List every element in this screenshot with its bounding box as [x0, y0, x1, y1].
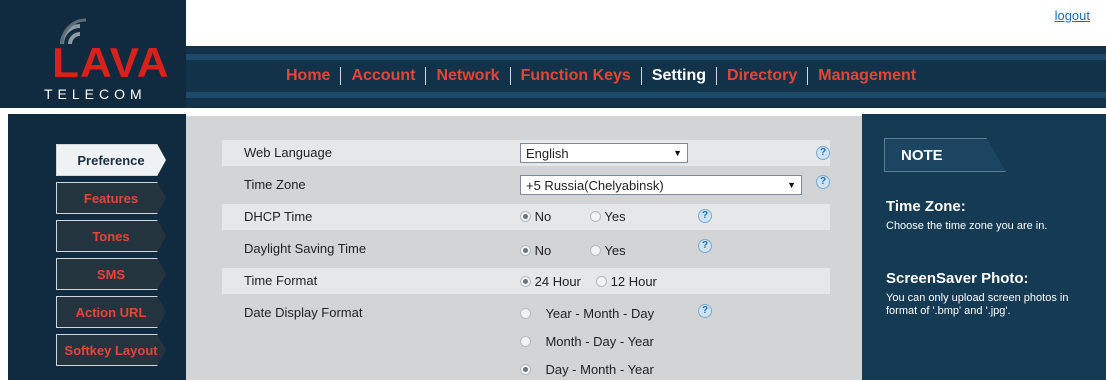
radio-button[interactable]: [520, 364, 531, 375]
sidebar-item-tones[interactable]: Tones: [56, 220, 166, 252]
header: LAVA TELECOM logout Home Account Network…: [0, 0, 1106, 108]
help-icon[interactable]: ?: [698, 209, 712, 223]
logo-text: LAVA: [52, 39, 170, 86]
daylight-saving-yes[interactable]: Yes: [590, 243, 626, 258]
row-web-language: Web Language English ▼ ?: [222, 140, 830, 166]
time-zone-value: +5 Russia(Chelyabinsk): [526, 177, 664, 193]
radio-label: Month - Day - Year: [545, 334, 654, 349]
radio-label: 24 Hour: [534, 274, 581, 289]
daylight-saving-no[interactable]: No: [520, 243, 551, 258]
date-format-label: Date Display Format: [244, 305, 363, 320]
web-language-label: Web Language: [244, 145, 332, 160]
radio-label: No: [534, 209, 552, 224]
note-section-title: Time Zone:: [886, 198, 966, 215]
help-icon[interactable]: ?: [698, 239, 712, 253]
row-time-zone: Time Zone +5 Russia(Chelyabinsk) ▼ ?: [222, 172, 830, 198]
dhcp-time-label: DHCP Time: [244, 209, 313, 224]
radio-button[interactable]: [596, 276, 607, 287]
radio-label: Yes: [604, 209, 626, 224]
nav-management[interactable]: Management: [808, 66, 926, 86]
time-format-label: Time Format: [244, 273, 318, 288]
radio-button[interactable]: [590, 245, 601, 256]
date-format-mdy[interactable]: Month - Day - Year: [520, 334, 654, 349]
note-section-text: You can only upload screen photos in for…: [886, 292, 1069, 317]
note-section-text: Choose the time zone you are in.: [886, 220, 1048, 232]
note-tab-label: NOTE: [901, 147, 943, 164]
nav-account[interactable]: Account: [341, 66, 425, 86]
logo-subtext: TELECOM: [44, 86, 147, 102]
time-format-12[interactable]: 12 Hour: [596, 274, 657, 289]
sidebar-item-label: Action URL: [75, 304, 147, 320]
radio-button[interactable]: [520, 211, 531, 222]
help-icon[interactable]: ?: [816, 146, 830, 160]
panel-top-gap: [186, 108, 862, 116]
logout-link[interactable]: logout: [1055, 8, 1090, 23]
top-nav: Home Account Network Function Keys Setti…: [186, 46, 1106, 108]
sidebar-panel: Preference Features Tones SMS Action URL…: [8, 114, 186, 380]
nav-stripe: [186, 54, 1106, 60]
logo-notch: [170, 0, 186, 44]
settings-panel: Web Language English ▼ ? Time Zone +5 Rus…: [186, 108, 862, 380]
radio-button[interactable]: [590, 211, 601, 222]
radio-button[interactable]: [520, 336, 531, 347]
row-time-format: Time Format 24 Hour 12 Hour: [222, 268, 830, 294]
radio-button[interactable]: [520, 308, 531, 319]
nav-stripe: [186, 92, 1106, 98]
nav-directory[interactable]: Directory: [717, 66, 807, 86]
sidebar-item-label: Softkey Layout: [64, 342, 158, 358]
note-tab: NOTE: [884, 138, 1006, 172]
sidebar-item-action-url[interactable]: Action URL: [56, 296, 166, 328]
sidebar: Preference Features Tones SMS Action URL…: [0, 108, 186, 380]
nav-function-keys[interactable]: Function Keys: [511, 66, 641, 86]
nav-network[interactable]: Network: [426, 66, 509, 86]
nav-home[interactable]: Home: [276, 66, 340, 86]
radio-label: Day - Month - Year: [545, 362, 654, 377]
nav-setting[interactable]: Setting: [642, 66, 716, 86]
nav-items: Home Account Network Function Keys Setti…: [186, 64, 1106, 88]
note-panel: NOTE Time Zone: Choose the time zone you…: [862, 108, 1106, 380]
dropdown-arrow-icon: ▼: [673, 148, 682, 158]
radio-label: 12 Hour: [610, 274, 657, 289]
date-format-ymd[interactable]: Year - Month - Day: [520, 306, 654, 321]
sidebar-item-label: SMS: [96, 266, 126, 282]
date-format-dmy[interactable]: Day - Month - Year: [520, 362, 654, 377]
sidebar-item-softkey-layout[interactable]: Softkey Layout: [56, 334, 166, 366]
sidebar-item-label: Tones: [92, 228, 130, 244]
sidebar-item-label: Preference: [77, 152, 145, 168]
note-section-title: ScreenSaver Photo:: [886, 270, 1029, 287]
daylight-saving-label: Daylight Saving Time: [244, 241, 367, 256]
dhcp-time-no[interactable]: No: [520, 209, 551, 224]
help-icon[interactable]: ?: [698, 304, 712, 318]
dropdown-arrow-icon: ▼: [787, 180, 796, 190]
row-daylight-saving: Daylight Saving Time No Yes ?: [222, 236, 830, 262]
sidebar-item-features[interactable]: Features: [56, 182, 166, 214]
help-icon[interactable]: ?: [816, 175, 830, 189]
sidebar-item-preference[interactable]: Preference: [56, 144, 166, 176]
web-language-value: English: [526, 145, 569, 161]
row-dhcp-time: DHCP Time No Yes ?: [222, 204, 830, 230]
note-panel-inner: NOTE Time Zone: Choose the time zone you…: [862, 114, 1106, 380]
radio-button[interactable]: [520, 276, 531, 287]
time-zone-select[interactable]: +5 Russia(Chelyabinsk) ▼: [520, 175, 802, 195]
radio-label: Year - Month - Day: [545, 306, 655, 321]
row-date-display-format: Date Display Format Year - Month - Day M…: [222, 300, 830, 380]
radio-label: Yes: [604, 243, 626, 258]
radio-button[interactable]: [520, 245, 531, 256]
sidebar-item-sms[interactable]: SMS: [56, 258, 166, 290]
time-format-24[interactable]: 24 Hour: [520, 274, 581, 289]
sidebar-item-label: Features: [83, 190, 139, 206]
radio-label: No: [534, 243, 552, 258]
time-zone-label: Time Zone: [244, 177, 306, 192]
web-language-select[interactable]: English ▼: [520, 143, 688, 163]
dhcp-time-yes[interactable]: Yes: [590, 209, 626, 224]
